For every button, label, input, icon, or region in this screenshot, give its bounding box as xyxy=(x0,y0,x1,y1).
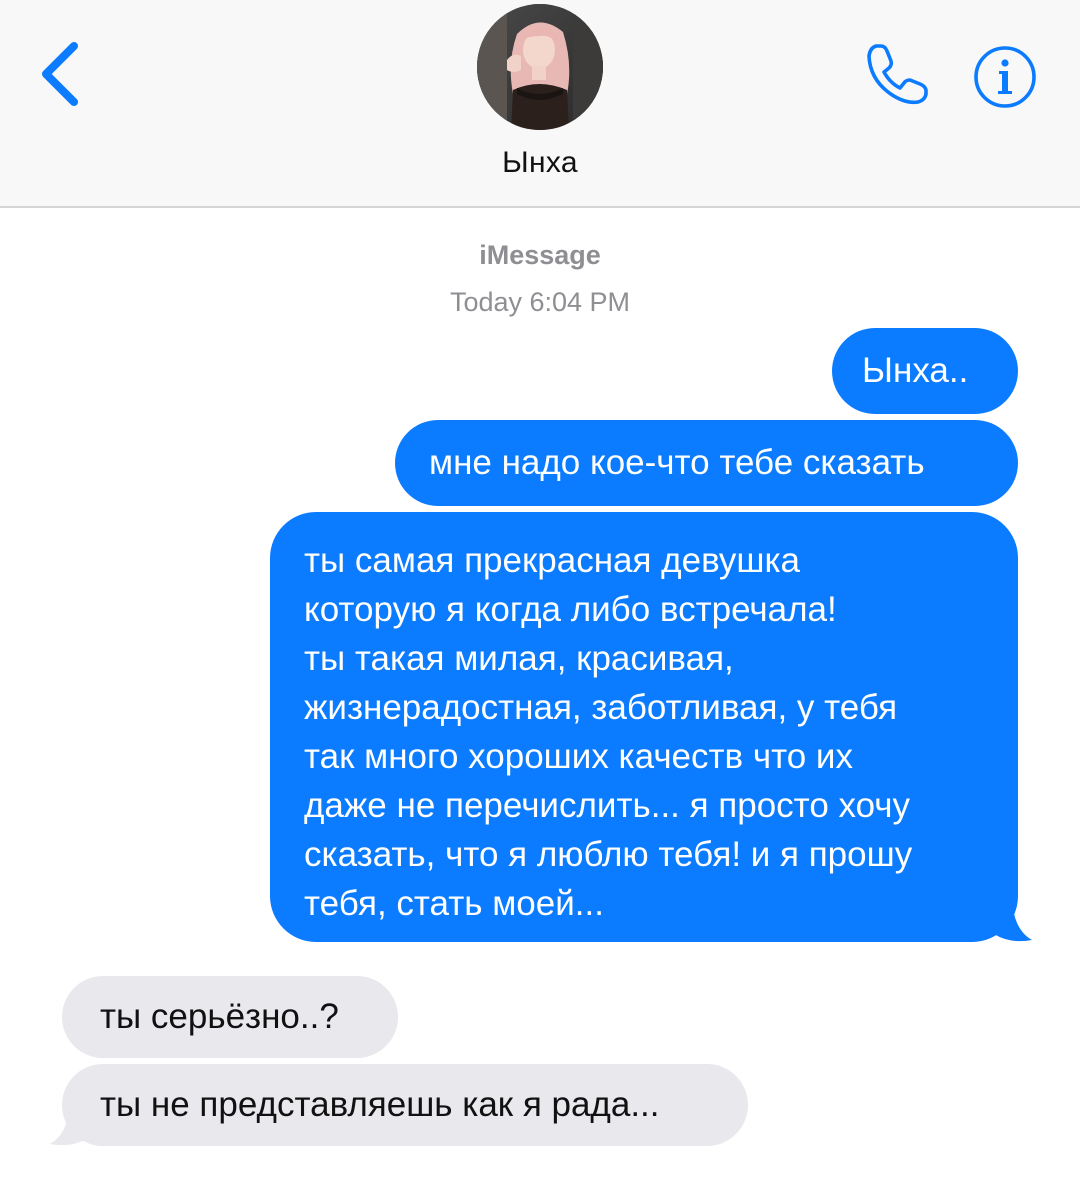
incoming-message-bubble[interactable]: ты серьёзно..? xyxy=(62,976,398,1058)
incoming-message-bubble[interactable]: ты не представляешь как я рада... xyxy=(62,1064,748,1146)
info-button[interactable] xyxy=(972,44,1038,110)
back-button[interactable] xyxy=(30,34,90,114)
info-icon xyxy=(974,46,1036,108)
conversation-header: Ынха xyxy=(0,0,1080,208)
service-label: iMessage xyxy=(479,240,601,270)
outgoing-bubble-tail xyxy=(990,900,1032,942)
phone-icon xyxy=(867,44,928,105)
avatar-photo xyxy=(477,4,603,130)
outgoing-message-bubble[interactable]: ты самая прекрасная девушка которую я ко… xyxy=(270,512,1018,942)
message-timestamp: Today 6:04 PM xyxy=(449,287,631,317)
call-button[interactable] xyxy=(862,40,932,110)
contact-avatar[interactable] xyxy=(477,4,603,130)
chevron-left-icon xyxy=(42,42,78,106)
outgoing-message-bubble[interactable]: Ынха.. xyxy=(832,328,1018,414)
messages-screen: Ынха iMessage Today 6:04 PM Ынха.. мне н… xyxy=(0,0,1080,1200)
outgoing-message-bubble[interactable]: мне надо кое-что тебе сказать xyxy=(395,420,1018,506)
contact-name[interactable]: Ынха xyxy=(0,146,1080,180)
incoming-bubble-tail xyxy=(50,1104,92,1146)
